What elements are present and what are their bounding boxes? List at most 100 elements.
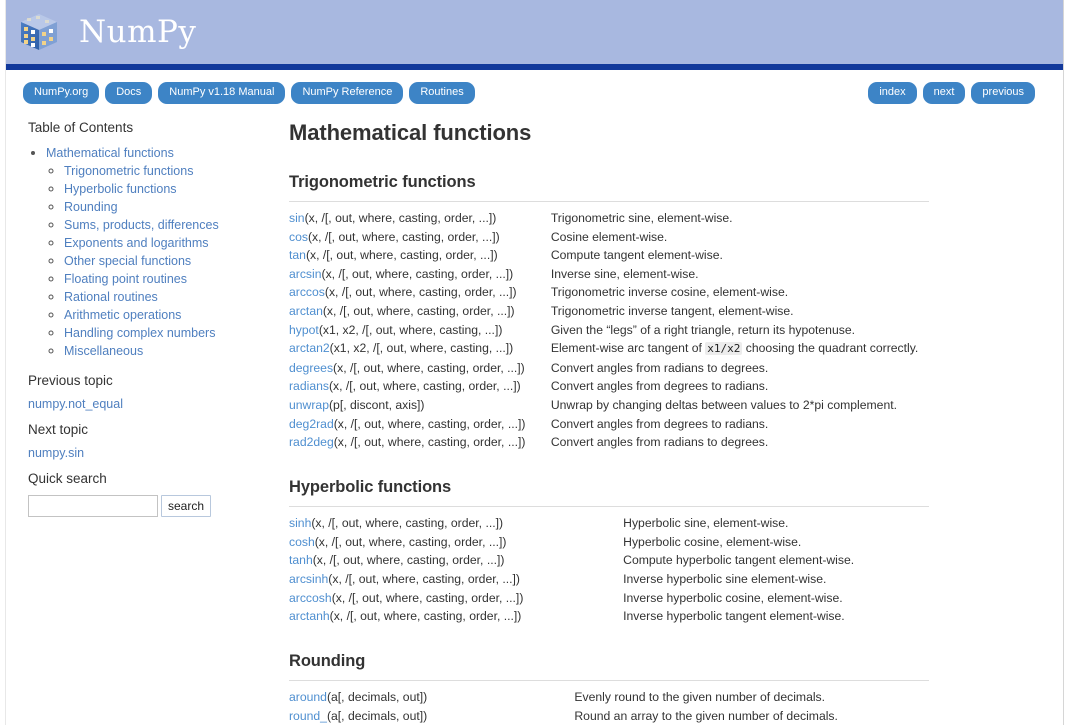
function-signature: degrees(x, /[, out, where, casting, orde… <box>289 360 551 379</box>
function-args: (x, /[, out, where, casting, order, ...]… <box>307 229 500 244</box>
function-description: Trigonometric inverse tangent, element-w… <box>550 304 794 318</box>
function-link-deg2rad[interactable]: deg2rad <box>289 417 334 431</box>
toc-heading: Table of Contents <box>28 120 134 135</box>
document-frame: NumPy NumPy.org Docs NumPy v1.18 Manual … <box>5 0 1064 725</box>
function-args: (x, /[, out, where, casting, order, ...]… <box>333 435 526 450</box>
table-row: tanh(x, /[, out, where, casting, order, … <box>289 552 929 571</box>
search-input[interactable] <box>28 494 158 517</box>
toc-sublist: Trigonometric functions Hyperbolic funct… <box>46 162 266 360</box>
function-description: Cosine element-wise. <box>550 229 668 244</box>
page-root: NumPy NumPy.org Docs NumPy v1.18 Manual … <box>0 0 1080 725</box>
description-text-pre: Element-wise arc tangent of <box>550 341 706 356</box>
toc-link-exponents-and-logarithms[interactable]: Exponents and logarithms <box>64 236 209 250</box>
toc-link-other-special-functions[interactable]: Other special functions <box>64 254 191 268</box>
page-title: Mathematical functions <box>289 120 532 145</box>
function-description: Convert angles from radians to degrees. <box>550 435 769 450</box>
nav-index-link[interactable]: index <box>868 82 917 104</box>
function-link-arccosh[interactable]: arccosh <box>289 591 332 605</box>
toc-link-hyperbolic-functions[interactable]: Hyperbolic functions <box>64 182 177 196</box>
function-args: (x, /[, out, where, casting, order, ...]… <box>333 360 525 375</box>
function-args: (x, /[, out, where, casting, order, ...]… <box>304 211 497 226</box>
table-row: arctan2(x1, x2, /[, out, where, casting,… <box>289 340 929 360</box>
toc-link-trigonometric-functions[interactable]: Trigonometric functions <box>64 164 193 178</box>
toc-link-rational-routines[interactable]: Rational routines <box>64 290 158 304</box>
function-description: Inverse sine, element-wise. <box>550 266 699 281</box>
function-link-arccos[interactable]: arccos <box>289 285 325 299</box>
function-link-degrees[interactable]: degrees <box>289 361 333 375</box>
function-link-cos[interactable]: cos <box>289 230 308 244</box>
toc-sub-item: Trigonometric functions <box>64 162 266 180</box>
function-link-around[interactable]: around <box>289 690 327 704</box>
toc-link-floating-point-routines[interactable]: Floating point routines <box>64 272 187 286</box>
search-button[interactable]: search <box>161 494 212 517</box>
function-signature: sinh(x, /[, out, where, casting, order, … <box>289 515 623 534</box>
next-topic-link[interactable]: numpy.sin <box>28 446 266 460</box>
function-description: Inverse hyperbolic sine element-wise. <box>623 571 827 586</box>
function-link-unwrap[interactable]: unwrap <box>289 398 329 412</box>
function-args: (x1, x2, /[, out, where, casting, ...]) <box>318 322 503 337</box>
function-args: (x, /[, out, where, casting, order, ...]… <box>328 379 521 394</box>
description-text-post: choosing the quadrant correctly. <box>742 341 919 356</box>
toc-link-arithmetic-operations[interactable]: Arithmetic operations <box>64 308 181 322</box>
previous-topic-link[interactable]: numpy.not_equal <box>28 397 266 411</box>
function-link-tanh[interactable]: tanh <box>289 553 313 567</box>
function-description: Element-wise arc tangent of x1/x2 choosi… <box>551 340 929 360</box>
function-link-arcsin[interactable]: arcsin <box>289 267 322 281</box>
function-link-sin[interactable]: sin <box>289 211 305 225</box>
function-description: Inverse hyperbolic cosine, element-wise. <box>623 590 843 605</box>
section-divider <box>289 506 929 508</box>
table-row: sinh(x, /[, out, where, casting, order, … <box>289 515 929 534</box>
breadcrumb-item-manual[interactable]: NumPy v1.18 Manual <box>158 82 286 104</box>
function-args: (x, /[, out, where, casting, order, ...]… <box>328 571 520 586</box>
function-description: Hyperbolic sine, element-wise. <box>623 516 789 531</box>
function-signature: arcsinh(x, /[, out, where, casting, orde… <box>289 571 623 590</box>
function-link-rad2deg[interactable]: rad2deg <box>289 435 334 449</box>
function-signature: arccosh(x, /[, out, where, casting, orde… <box>289 590 623 609</box>
function-description: Given the “legs” of a right triangle, re… <box>550 322 855 337</box>
function-link-arctanh[interactable]: arctanh <box>289 609 330 623</box>
function-link-arctan[interactable]: arctan <box>289 304 323 318</box>
function-description: Evenly round to the given number of deci… <box>574 690 826 705</box>
toc-sub-item: Rounding <box>64 198 266 216</box>
function-signature: arcsin(x, /[, out, where, casting, order… <box>289 266 551 285</box>
toc-root-item: Mathematical functions Trigonometric fun… <box>46 144 266 360</box>
function-link-arctan2[interactable]: arctan2 <box>289 341 330 355</box>
toc-link-rounding[interactable]: Rounding <box>64 200 118 214</box>
breadcrumb-bar: NumPy.org Docs NumPy v1.18 Manual NumPy … <box>6 70 1063 110</box>
function-link-tan[interactable]: tan <box>289 248 306 262</box>
nav-next-link[interactable]: next <box>922 82 966 104</box>
toc-link-sums-products-differences[interactable]: Sums, products, differences <box>64 218 219 232</box>
toc-sub-item: Sums, products, differences <box>64 216 266 234</box>
section-heading-hyperbolic-functions: Hyperbolic functions <box>289 477 452 496</box>
function-link-round[interactable]: round_ <box>289 709 327 723</box>
breadcrumb-item-routines[interactable]: Routines <box>409 82 475 104</box>
function-description: Compute hyperbolic tangent element-wise. <box>623 553 855 568</box>
toc-sub-item: Hyperbolic functions <box>64 180 266 198</box>
function-link-hypot[interactable]: hypot <box>289 323 319 337</box>
breadcrumb-item-reference[interactable]: NumPy Reference <box>291 82 404 104</box>
function-description: Convert angles from degrees to radians. <box>550 416 769 431</box>
table-row: deg2rad(x, /[, out, where, casting, orde… <box>289 416 929 435</box>
table-row: round_(a[, decimals, out]) Round an arra… <box>289 708 929 725</box>
table-row: rad2deg(x, /[, out, where, casting, orde… <box>289 434 929 453</box>
function-link-sinh[interactable]: sinh <box>289 516 311 530</box>
toc-link-handling-complex-numbers[interactable]: Handling complex numbers <box>64 326 215 340</box>
function-link-radians[interactable]: radians <box>289 379 329 393</box>
breadcrumb-item-docs[interactable]: Docs <box>105 82 153 104</box>
function-link-cosh[interactable]: cosh <box>289 535 315 549</box>
function-description: Trigonometric sine, element-wise. <box>550 211 733 226</box>
function-link-arcsinh[interactable]: arcsinh <box>289 572 328 586</box>
previous-topic-heading: Previous topic <box>28 372 113 388</box>
toc-sub-item: Floating point routines <box>64 270 266 288</box>
breadcrumb-item-numpy-org[interactable]: NumPy.org <box>23 82 100 104</box>
section-divider <box>289 680 929 682</box>
toc-sub-item: Miscellaneous <box>64 342 266 360</box>
table-row: cosh(x, /[, out, where, casting, order, … <box>289 534 929 553</box>
nav-previous-link[interactable]: previous <box>971 82 1035 104</box>
quick-search-heading: Quick search <box>28 470 107 486</box>
function-args: (x, /[, out, where, casting, order, ...]… <box>322 304 515 318</box>
next-topic-heading: Next topic <box>28 421 89 437</box>
toc-link-mathematical-functions[interactable]: Mathematical functions <box>46 146 174 160</box>
search-form: search <box>28 494 266 517</box>
toc-link-miscellaneous[interactable]: Miscellaneous <box>64 344 143 358</box>
